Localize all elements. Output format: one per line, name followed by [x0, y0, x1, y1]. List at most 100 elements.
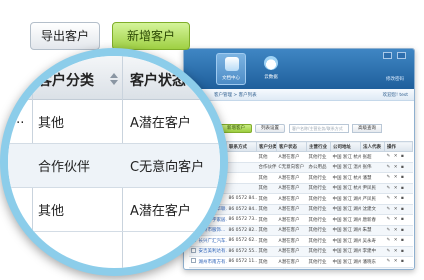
- magnified-row[interactable]: ... 其他 A潜在客户: [8, 100, 220, 144]
- row-actions[interactable]: ✎ ✕ ▪: [384, 246, 413, 257]
- row-actions[interactable]: ✎ ✕ ▪: [384, 151, 413, 163]
- table-cell: A潜在客户: [276, 256, 307, 268]
- column-header-status[interactable]: 客户状态: [130, 70, 186, 90]
- table-cell: A潜在客户: [276, 183, 307, 194]
- table-cell: A潜在客户: [276, 214, 307, 226]
- table-cell: 其他行业: [306, 214, 331, 226]
- table-cell: 其他: [256, 267, 277, 269]
- table-cell: A潜在客户: [276, 246, 307, 257]
- change-password-link[interactable]: 修改密码: [386, 76, 404, 82]
- checkbox-icon[interactable]: [190, 268, 196, 269]
- table-cell: A潜在客户: [276, 172, 307, 184]
- table-cell: 潘慧: [360, 172, 385, 184]
- table-cell: [226, 162, 257, 173]
- table-cell: 张伟: [360, 162, 385, 173]
- minimize-icon[interactable]: [383, 52, 392, 59]
- row-actions[interactable]: ✎ ✕ ▪: [384, 235, 413, 247]
- table-cell: 潘晓东: [360, 256, 385, 268]
- status-cell: A潜在客户: [130, 116, 191, 131]
- table-cell: [226, 172, 257, 184]
- table-row[interactable]: 安吉县湖宇...86 0572 84...其他A潜在客户其他行业中国 浙江 湖州…: [188, 267, 413, 269]
- column-header[interactable]: 法人代表: [360, 141, 385, 152]
- status-cell: C无意向客户: [130, 160, 205, 175]
- table-cell: 其他行业: [306, 183, 331, 194]
- table-cell: 86 0572 62...: [226, 235, 257, 247]
- checkbox-icon[interactable]: [190, 247, 196, 253]
- new-customer-button[interactable]: 新增客户: [220, 124, 252, 133]
- table-row[interactable]: 安吉美利达有...86 0572 55...其他A潜在客户其他行业中国 浙江 湖…: [188, 246, 413, 257]
- customer-name-link[interactable]: 湖州市南方有...: [196, 256, 227, 268]
- column-header[interactable]: 客户状态: [276, 141, 307, 152]
- magnified-row[interactable]: 其他 A潜在客户: [8, 188, 220, 232]
- table-cell: 中国 浙江 湖州: [330, 267, 361, 269]
- customer-name-link[interactable]: 长兴广汇汽车...: [196, 235, 227, 247]
- nav-label: 文档中心: [222, 76, 240, 81]
- table-row[interactable]: 长兴广汇汽车...86 0572 62...其他A潜在客户其他行业中国 浙江 湖…: [188, 235, 413, 247]
- table-cell: 中国 浙江 湖州: [330, 214, 361, 226]
- column-header[interactable]: 操作: [384, 141, 413, 152]
- row-actions[interactable]: ✎ ✕ ▪: [384, 183, 413, 194]
- table-cell: 其他行业: [306, 225, 331, 236]
- customer-name-link[interactable]: 安吉美利达有...: [196, 246, 227, 257]
- column-header-category[interactable]: 客户分类: [38, 70, 94, 90]
- magnified-header: 客户分类 客户状态: [8, 56, 220, 100]
- table-row[interactable]: 湖州广宇家居...86 0572 73...其他A潜在客户其他行业中国 浙江 湖…: [188, 214, 413, 226]
- customer-name-link[interactable]: 安吉县湖宇...: [196, 267, 227, 269]
- table-cell: A潜在客户: [276, 193, 307, 205]
- table-cell: 其他: [256, 204, 277, 215]
- row-actions[interactable]: ✎ ✕ ▪: [384, 225, 413, 236]
- table-cell: A潜在客户: [276, 267, 307, 269]
- table-cell: 其他: [256, 225, 277, 236]
- row-actions[interactable]: ✎ ✕ ▪: [384, 214, 413, 226]
- table-cell: 尹凤民: [360, 183, 385, 194]
- table-row[interactable]: 通通美新华联...86 0572 84...其他A潜在客户其他行业中国 浙江 湖…: [188, 204, 413, 215]
- table-cell: 其他行业: [306, 235, 331, 247]
- table-cell: 其他: [256, 151, 277, 163]
- table-cell: 其他行业: [306, 256, 331, 268]
- row-actions[interactable]: ✎ ✕ ▪: [384, 162, 413, 173]
- sort-icon[interactable]: [110, 73, 118, 85]
- advanced-search-button[interactable]: 高级查询: [352, 124, 382, 133]
- row-actions[interactable]: ✎ ✕ ▪: [384, 256, 413, 268]
- table-cell: 中国 浙江 湖州: [330, 256, 361, 268]
- column-header[interactable]: 主营行业: [306, 141, 331, 152]
- new-customer-button-large[interactable]: 新增客户: [112, 22, 190, 50]
- row-actions[interactable]: ✎ ✕ ▪: [384, 204, 413, 215]
- nav-label: 云数据: [264, 75, 278, 80]
- sort-icon[interactable]: [212, 73, 220, 85]
- row-checkbox[interactable]: [188, 246, 197, 257]
- row-actions[interactable]: ✎ ✕ ▪: [384, 172, 413, 184]
- table-cell: 吴永寿: [360, 235, 385, 247]
- table-cell: 中国 浙江 温州: [330, 162, 361, 173]
- row-actions[interactable]: ✎ ✕ ▪: [384, 267, 413, 269]
- column-header[interactable]: 公司地址: [330, 141, 361, 152]
- row-checkbox[interactable]: [188, 256, 197, 268]
- table-cell: 其他行业: [306, 151, 331, 163]
- close-icon[interactable]: [397, 52, 406, 59]
- nav-customer-center[interactable]: 文档中心: [216, 53, 246, 85]
- row-actions[interactable]: ✎ ✕ ▪: [384, 193, 413, 205]
- table-cell: 中国 浙江 杭州: [330, 151, 361, 163]
- list-settings-button[interactable]: 列表设置: [255, 124, 285, 133]
- checkbox-icon[interactable]: [190, 258, 196, 264]
- breadcrumb: 客户管理 > 客户列表: [214, 93, 257, 98]
- table-row[interactable]: 湖州市南方有...86 0572 11...其他A潜在客户其他行业中国 浙江 湖…: [188, 256, 413, 268]
- table-cell: A潜在客户: [276, 225, 307, 236]
- status-cell: A潜在客户: [130, 204, 191, 219]
- table-cell: 其他行业: [306, 172, 331, 184]
- table-cell: 其他: [256, 193, 277, 205]
- table-cell: 李建中: [360, 246, 385, 257]
- table-cell: 86 0572 84...: [226, 267, 257, 269]
- nav-cloud-data[interactable]: 云数据: [256, 53, 286, 85]
- category-cell: 其他: [38, 116, 65, 131]
- table-cell: 唐新春: [360, 214, 385, 226]
- export-customers-button[interactable]: 导出客户: [30, 22, 100, 50]
- search-input[interactable]: 客户名称/主营业务/联系方式: [289, 124, 349, 133]
- table-row[interactable]: 湖州市服饰... 86 0572 82... 其他 A潜在客户 其他行业 中国 浙江 湖州…: [188, 225, 413, 236]
- table-cell: 其他行业: [306, 204, 331, 215]
- cloud-data-icon: [264, 56, 278, 70]
- column-header[interactable]: 联系方式: [226, 141, 257, 152]
- row-checkbox[interactable]: [188, 267, 197, 269]
- magnified-row[interactable]: 合作伙伴 C无意向客户: [8, 144, 220, 188]
- column-header[interactable]: 客户分类: [256, 141, 277, 152]
